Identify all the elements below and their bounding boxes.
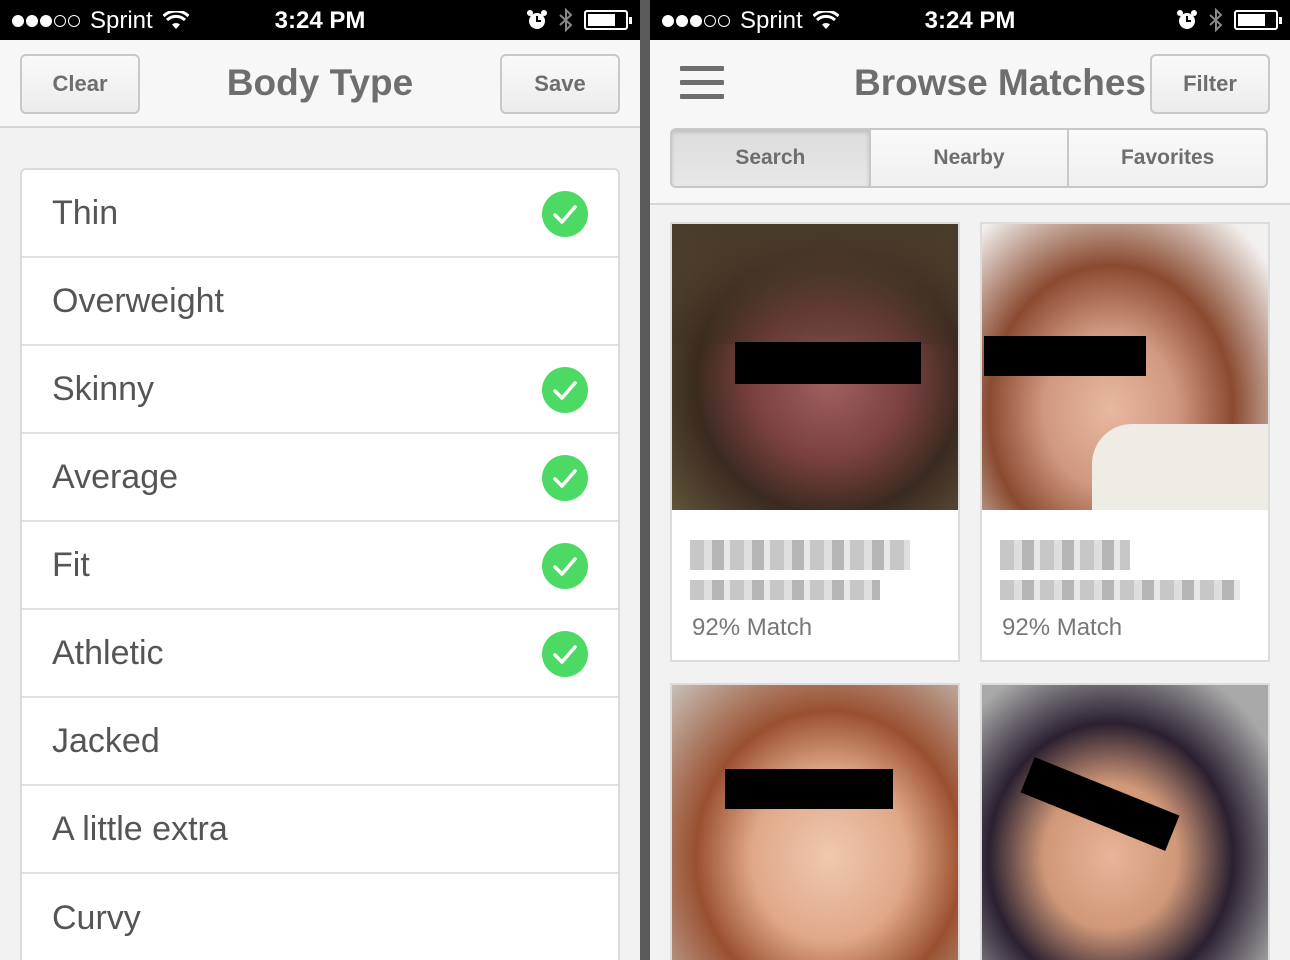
- battery-icon: [584, 10, 632, 30]
- list-item[interactable]: Fit: [22, 522, 618, 610]
- match-card[interactable]: [670, 683, 960, 960]
- checkmark-icon: [542, 191, 588, 237]
- option-label: Jacked: [52, 721, 160, 760]
- navigation-bar: Browse Matches Filter Search Nearby Favo…: [650, 40, 1290, 205]
- pixelated-name: [1000, 540, 1130, 570]
- option-label: Thin: [52, 193, 119, 232]
- option-label: A little extra: [52, 809, 228, 848]
- status-bar: Sprint 3:24 PM: [0, 0, 640, 40]
- profile-photo: [672, 685, 958, 960]
- pixelated-name: [690, 540, 910, 570]
- browse-matches-screen: Sprint 3:24 PM Browse Matches Filter Sea…: [650, 0, 1290, 960]
- option-label: Curvy: [52, 898, 141, 937]
- censor-bar: [1020, 757, 1180, 851]
- alarm-icon: [1177, 10, 1197, 29]
- censor-bar: [984, 336, 1146, 376]
- save-button[interactable]: Save: [500, 54, 620, 114]
- match-card[interactable]: 92% Match: [980, 222, 1270, 662]
- match-card[interactable]: [980, 683, 1270, 960]
- match-percentage: 92% Match: [1002, 614, 1123, 641]
- option-label: Overweight: [52, 281, 224, 320]
- list-item[interactable]: Athletic: [22, 610, 618, 698]
- list-item[interactable]: Skinny: [22, 346, 618, 434]
- list-item[interactable]: Average: [22, 434, 618, 522]
- list-item[interactable]: Thin: [22, 170, 618, 258]
- list-item[interactable]: Jacked: [22, 698, 618, 786]
- tab-search[interactable]: Search: [672, 130, 871, 186]
- body-type-screen: Sprint 3:24 PM Clear Body Type Save Thin…: [0, 0, 640, 960]
- match-percentage: 92% Match: [692, 614, 813, 641]
- option-label: Average: [52, 457, 179, 496]
- filter-button[interactable]: Filter: [1150, 54, 1270, 114]
- censor-bar: [725, 769, 893, 809]
- checkmark-icon: [542, 367, 588, 413]
- profile-photo: [982, 224, 1268, 510]
- list-item[interactable]: Curvy: [22, 874, 618, 960]
- bluetooth-icon: [1209, 8, 1223, 32]
- battery-icon: [1234, 10, 1282, 30]
- match-card[interactable]: 92% Match: [670, 222, 960, 662]
- option-label: Fit: [52, 545, 90, 584]
- option-label: Skinny: [52, 369, 155, 408]
- checkmark-icon: [542, 455, 588, 501]
- status-bar: Sprint 3:24 PM: [650, 0, 1290, 40]
- segmented-control: Search Nearby Favorites: [670, 128, 1268, 188]
- censor-bar: [735, 342, 921, 384]
- checkmark-icon: [542, 631, 588, 677]
- profile-photo: [982, 685, 1268, 960]
- body-type-list: Thin Overweight Skinny Average Fit Athle…: [20, 168, 620, 960]
- bluetooth-icon: [559, 8, 573, 32]
- pixelated-details: [1000, 580, 1240, 600]
- checkmark-icon: [542, 543, 588, 589]
- profile-photo: [672, 224, 958, 510]
- option-label: Athletic: [52, 633, 164, 672]
- alarm-icon: [527, 10, 547, 29]
- tab-favorites[interactable]: Favorites: [1069, 130, 1266, 186]
- navigation-bar: Clear Body Type Save: [0, 40, 640, 128]
- list-item[interactable]: A little extra: [22, 786, 618, 874]
- list-item[interactable]: Overweight: [22, 258, 618, 346]
- pixelated-details: [690, 580, 880, 600]
- tab-nearby[interactable]: Nearby: [871, 130, 1070, 186]
